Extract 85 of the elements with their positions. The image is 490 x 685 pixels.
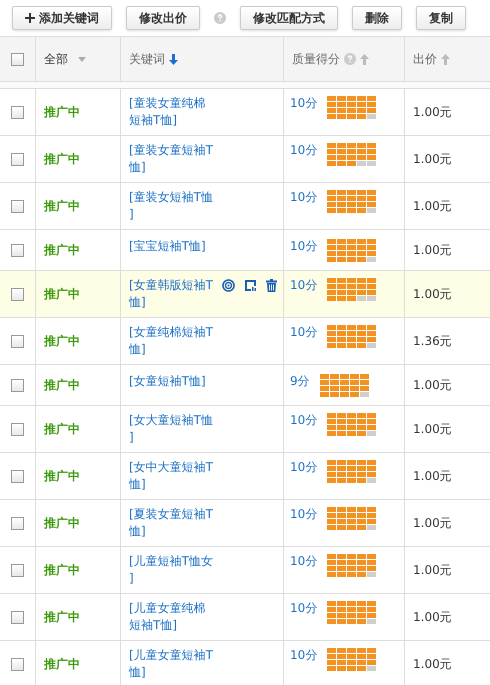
score-text: 10分: [290, 324, 318, 341]
score-text: 10分: [290, 142, 318, 159]
status-text: 推广中: [44, 104, 80, 121]
price-text: 1.00元: [413, 515, 452, 532]
up-arrow-icon[interactable]: [441, 54, 450, 64]
score-text: 10分: [290, 506, 318, 523]
help-icon[interactable]: [214, 12, 226, 24]
price-text: 1.00元: [413, 468, 452, 485]
price-text: 1.00元: [413, 377, 452, 394]
keyword-link[interactable]: [女中大童短袖T 恤]: [129, 459, 214, 493]
score-text: 10分: [290, 277, 318, 294]
toolbar-button[interactable]: 复制: [416, 6, 466, 30]
checkbox[interactable]: [11, 516, 24, 530]
status-text: 推广中: [44, 562, 80, 579]
keyword-link[interactable]: [童装女童短袖T 恤]: [129, 142, 214, 176]
keyword-link[interactable]: [女童纯棉短袖T 恤]: [129, 324, 214, 358]
column-header[interactable]: 全部: [44, 50, 68, 68]
help-icon[interactable]: [344, 53, 356, 65]
score-text: 10分: [290, 647, 318, 664]
status-text: 推广中: [44, 656, 80, 673]
checkbox[interactable]: [11, 658, 24, 670]
keyword-link[interactable]: [儿童女童短袖T 恤]: [129, 647, 214, 681]
keyword-link[interactable]: [女大童短袖T恤 ]: [129, 412, 214, 446]
keyword-link[interactable]: [童装女童纯棉 短袖T恤]: [129, 95, 206, 129]
chart-icon[interactable]: [244, 279, 258, 292]
plus-icon: [25, 13, 35, 23]
checkbox[interactable]: [11, 334, 24, 348]
column-header[interactable]: 关键词: [129, 50, 165, 68]
score-text: 10分: [290, 189, 318, 206]
checkbox[interactable]: [11, 152, 24, 166]
price-text: 1.00元: [413, 242, 452, 259]
status-text: 推广中: [44, 468, 80, 485]
price-text: 1.00元: [413, 421, 452, 438]
score-text: 10分: [290, 459, 318, 476]
score-text: 9分: [290, 373, 310, 390]
price-text: 1.00元: [413, 562, 452, 579]
price-text: 1.00元: [413, 151, 452, 168]
column-header[interactable]: 质量得分: [292, 50, 340, 68]
toolbar-button[interactable]: 删除: [352, 6, 402, 30]
keyword-link[interactable]: [儿童短袖T恤女 ]: [129, 553, 214, 587]
price-text: 1.00元: [413, 609, 452, 626]
toolbar-button[interactable]: 添加关键词: [12, 6, 112, 30]
status-text: 推广中: [44, 377, 80, 394]
down-arrow-icon[interactable]: [169, 54, 178, 64]
status-text: 推广中: [44, 151, 80, 168]
price-text: 1.00元: [413, 198, 452, 215]
caret-icon[interactable]: [78, 56, 86, 62]
price-text: 1.00元: [413, 286, 452, 303]
status-text: 推广中: [44, 198, 80, 215]
checkbox[interactable]: [11, 106, 24, 118]
status-text: 推广中: [44, 242, 80, 259]
price-text: 1.00元: [413, 656, 452, 673]
status-text: 推广中: [44, 515, 80, 532]
checkbox[interactable]: [11, 288, 24, 300]
checkbox[interactable]: [11, 422, 24, 436]
keyword-link[interactable]: [夏装女童短袖T 恤]: [129, 506, 214, 540]
keyword-link[interactable]: [儿童女童纯棉 短袖T恤]: [129, 600, 206, 634]
checkbox[interactable]: [11, 52, 24, 66]
checkbox[interactable]: [11, 378, 24, 392]
checkbox[interactable]: [11, 244, 24, 256]
score-text: 10分: [290, 95, 318, 112]
keyword-link[interactable]: [童装女短袖T恤 ]: [129, 189, 214, 223]
checkbox[interactable]: [11, 610, 24, 624]
target-icon[interactable]: [222, 279, 236, 292]
up-arrow-icon[interactable]: [360, 54, 369, 64]
checkbox[interactable]: [11, 470, 24, 482]
keyword-link[interactable]: [女童短袖T恤]: [129, 373, 206, 390]
status-text: 推广中: [44, 286, 80, 303]
toolbar-button[interactable]: 修改匹配方式: [240, 6, 338, 30]
status-text: 推广中: [44, 421, 80, 438]
trash-icon[interactable]: [266, 279, 278, 292]
keyword-link[interactable]: [女童韩版短袖T 恤]: [129, 277, 214, 311]
column-header[interactable]: 出价: [413, 50, 437, 68]
score-text: 10分: [290, 238, 318, 255]
score-text: 10分: [290, 412, 318, 429]
score-text: 10分: [290, 553, 318, 570]
checkbox[interactable]: [11, 200, 24, 212]
status-text: 推广中: [44, 609, 80, 626]
toolbar-button[interactable]: 修改出价: [126, 6, 200, 30]
keyword-link[interactable]: [宝宝短袖T恤]: [129, 238, 206, 255]
price-text: 1.00元: [413, 104, 452, 121]
status-text: 推广中: [44, 333, 80, 350]
checkbox[interactable]: [11, 564, 24, 576]
price-text: 1.36元: [413, 333, 452, 350]
score-text: 10分: [290, 600, 318, 617]
